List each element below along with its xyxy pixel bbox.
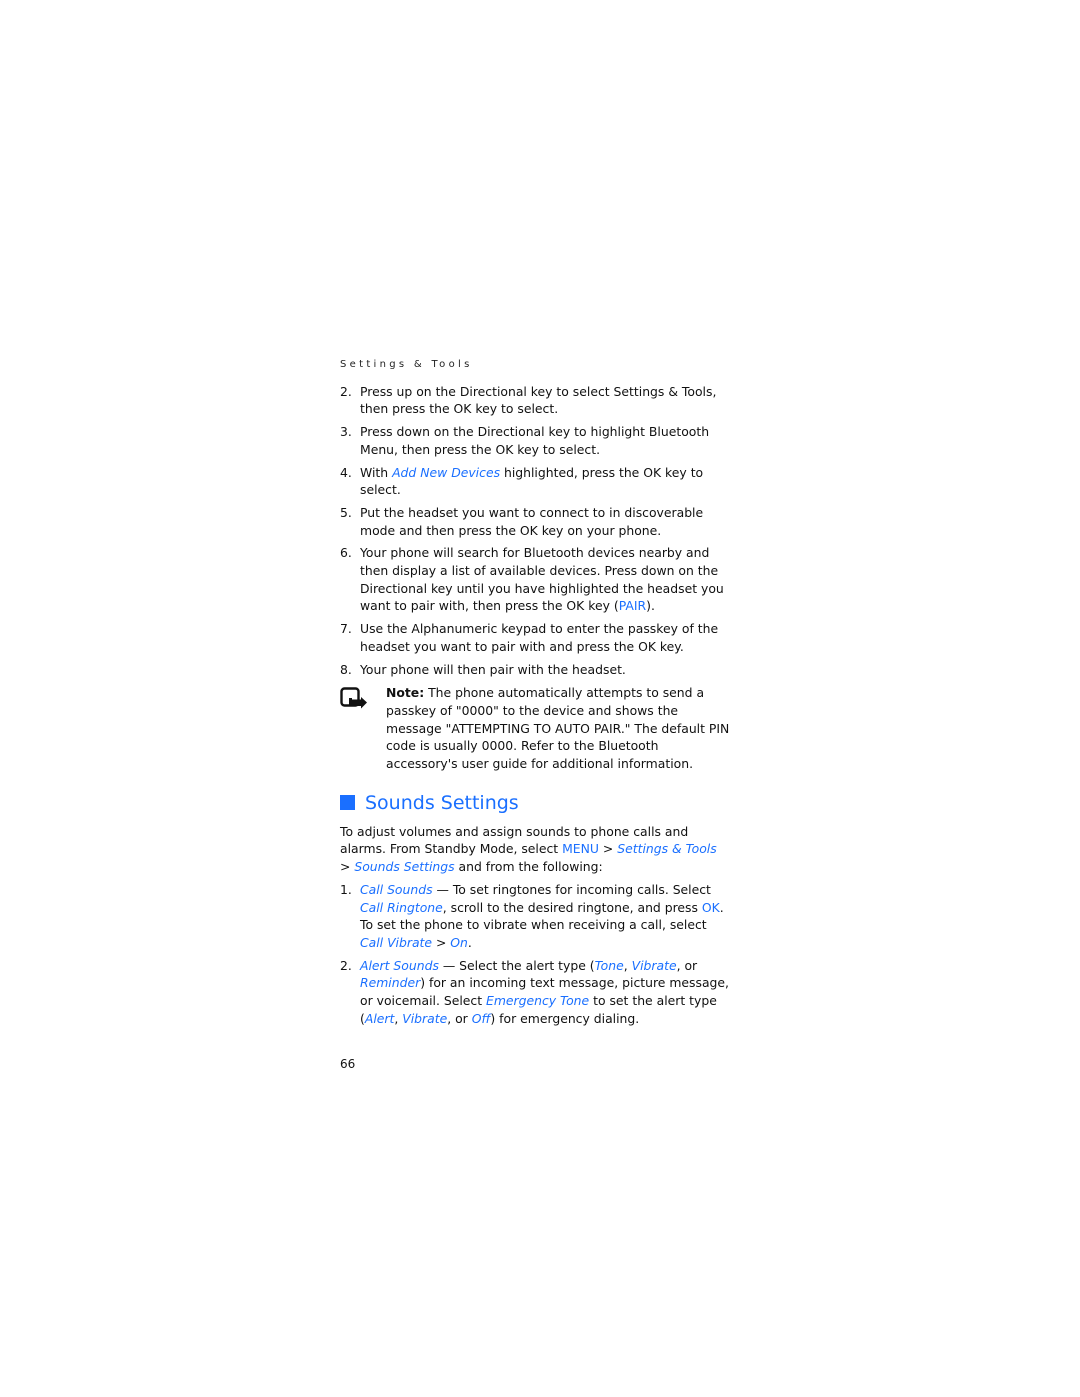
menu-term: On bbox=[450, 934, 468, 950]
step-5: 5. Put the headset you want to connect to… bbox=[340, 504, 730, 539]
running-head: Settings & Tools bbox=[340, 359, 473, 370]
menu-term: Call Ringtone bbox=[360, 899, 443, 915]
manual-page: Settings & Tools 2. Press up on the Direc… bbox=[340, 356, 730, 1073]
step-number: 2. bbox=[340, 957, 352, 973]
step-2: 2. Press up on the Directional key to sel… bbox=[340, 383, 730, 418]
option-alert-sounds: 2. Alert Sounds — Select the alert type (… bbox=[340, 957, 730, 1028]
menu-term: Off bbox=[471, 1010, 491, 1026]
section-title: Sounds Settings bbox=[365, 791, 519, 814]
step-text: Use the Alphanumeric keypad to enter the… bbox=[360, 621, 719, 654]
section-intro: To adjust volumes and assign sounds to p… bbox=[340, 823, 730, 876]
menu-term: Emergency Tone bbox=[486, 993, 590, 1009]
key-term-menu: MENU bbox=[562, 841, 599, 857]
step-4: 4. With Add New Devices highlighted, pres… bbox=[340, 464, 730, 499]
section-heading: Sounds Settings bbox=[340, 791, 730, 815]
note-block: Note: The phone automatically attempts t… bbox=[340, 684, 730, 773]
text: ) for emergency dialing. bbox=[490, 1010, 640, 1026]
menu-term: Alert Sounds bbox=[360, 957, 439, 973]
step-3: 3. Press down on the Directional key to h… bbox=[340, 423, 730, 458]
step-number: 8. bbox=[340, 661, 352, 677]
heading-square-icon bbox=[340, 795, 355, 811]
menu-term-add-new-devices: Add New Devices bbox=[392, 464, 501, 480]
note-icon bbox=[340, 687, 367, 709]
step-7: 7. Use the Alphanumeric keypad to enter t… bbox=[340, 620, 730, 655]
step-text: Your phone will search for Bluetooth dev… bbox=[360, 545, 724, 614]
step-number: 7. bbox=[340, 621, 352, 637]
sounds-options: 1. Call Sounds — To set ringtones for inc… bbox=[340, 881, 730, 1028]
step-number: 1. bbox=[340, 881, 352, 897]
step-text: ). bbox=[646, 598, 655, 614]
menu-term: Reminder bbox=[360, 975, 421, 991]
step-number: 2. bbox=[340, 383, 352, 399]
text: > bbox=[432, 934, 451, 950]
step-text: Your phone will then pair with the heads… bbox=[360, 661, 626, 677]
text: , or bbox=[447, 1010, 472, 1026]
key-term-pair: PAIR bbox=[618, 598, 647, 614]
menu-term: Vibrate bbox=[402, 1010, 448, 1026]
menu-term-sounds-settings: Sounds Settings bbox=[354, 859, 455, 875]
key-term: OK bbox=[701, 899, 720, 915]
step-text: Put the headset you want to connect to i… bbox=[360, 504, 704, 538]
step-text: Press down on the Directional key to hig… bbox=[360, 424, 710, 457]
option-call-sounds: 1. Call Sounds — To set ringtones for inc… bbox=[340, 881, 730, 952]
step-6: 6. Your phone will search for Bluetooth d… bbox=[340, 544, 730, 615]
text: . bbox=[467, 934, 472, 950]
menu-term: Vibrate bbox=[631, 957, 677, 973]
step-number: 4. bbox=[340, 464, 352, 480]
text: — To set ringtones for incoming calls. S… bbox=[432, 881, 711, 897]
menu-term: Call Vibrate bbox=[360, 934, 433, 950]
menu-term: Alert bbox=[364, 1010, 395, 1026]
note-text: The phone automatically attempts to send… bbox=[386, 685, 730, 772]
text: , or bbox=[676, 957, 698, 973]
menu-term: Call Sounds bbox=[360, 881, 433, 897]
text: — Select the alert type ( bbox=[438, 957, 595, 973]
step-number: 3. bbox=[340, 424, 352, 440]
page-number: 66 bbox=[340, 1056, 356, 1071]
step-number: 5. bbox=[340, 504, 352, 520]
step-text: Press up on the Directional key to selec… bbox=[360, 383, 717, 417]
menu-term: Tone bbox=[594, 957, 624, 973]
path-separator: > bbox=[598, 841, 618, 857]
path-separator: > bbox=[340, 859, 355, 875]
step-number: 6. bbox=[340, 545, 352, 561]
menu-term-settings-tools: Settings & Tools bbox=[617, 841, 717, 857]
note-label: Note: bbox=[386, 685, 425, 701]
text: , bbox=[623, 957, 632, 973]
pairing-steps: 2. Press up on the Directional key to sel… bbox=[340, 383, 730, 679]
step-8: 8. Your phone will then pair with the hea… bbox=[340, 661, 730, 679]
text: , scroll to the desired ringtone, and pr… bbox=[442, 899, 702, 915]
intro-text: and from the following: bbox=[454, 859, 603, 875]
step-text: With bbox=[360, 464, 393, 480]
